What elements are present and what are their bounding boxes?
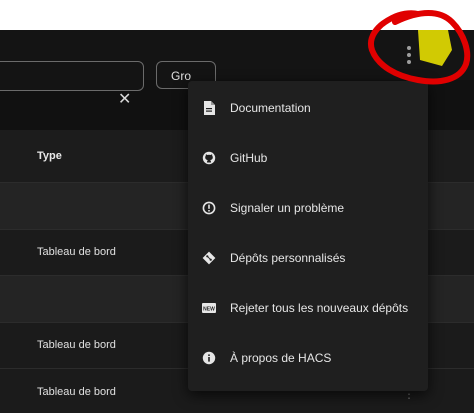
menu-item-documentation[interactable]: Documentation [188,83,428,133]
menu-item-github[interactable]: GitHub [188,133,428,183]
close-icon[interactable]: ✕ [118,92,131,108]
overflow-menu: Documentation GitHub Signaler un problèm… [188,81,428,391]
overflow-menu-button[interactable] [395,41,423,69]
git-icon [202,251,216,265]
menu-item-about-hacs[interactable]: À propos de HACS [188,333,428,383]
svg-text:NEW: NEW [203,307,215,313]
info-icon [202,351,216,365]
more-vertical-icon [407,46,411,50]
menu-item-dismiss-new-repositories[interactable]: NEW Rejeter tous les nouveaux dépôts [188,283,428,333]
document-icon [202,101,216,115]
column-header-type[interactable]: Type [37,150,62,162]
menu-item-custom-repositories[interactable]: Dépôts personnalisés [188,233,428,283]
row-type: Tableau de bord [37,339,116,351]
row-type: Tableau de bord [37,386,116,398]
github-icon [202,151,216,165]
row-type: Tableau de bord [37,246,116,258]
alert-circle-icon [202,201,216,215]
new-badge-icon: NEW [202,301,216,315]
search-input[interactable] [0,61,144,91]
menu-item-report-issue[interactable]: Signaler un problème [188,183,428,233]
